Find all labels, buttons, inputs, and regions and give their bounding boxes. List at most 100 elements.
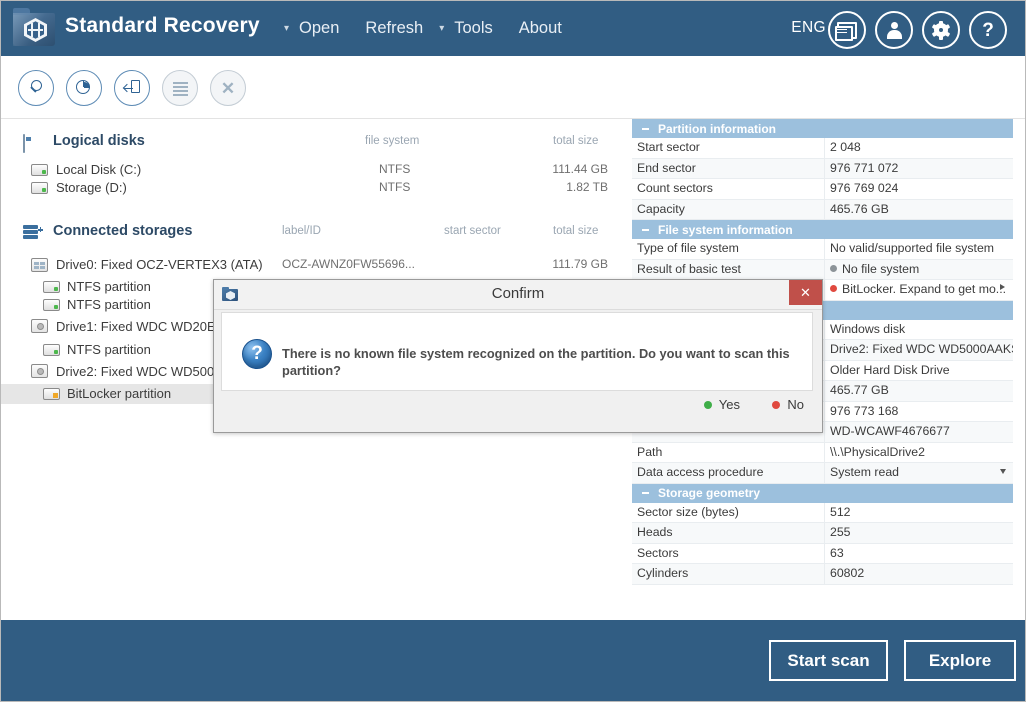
detail-value: No valid/supported file system bbox=[830, 241, 995, 255]
header-icon-group: ? bbox=[828, 11, 1007, 49]
storage-name: BitLocker partition bbox=[67, 386, 172, 401]
chevron-right-icon[interactable] bbox=[1000, 284, 1005, 290]
detail-row: Capacity 465.76 GB bbox=[632, 199, 1013, 220]
yes-button-label: Yes bbox=[718, 397, 740, 412]
drive-platter-icon bbox=[31, 364, 48, 378]
explore-button[interactable]: Explore bbox=[904, 640, 1016, 681]
menu-item-about[interactable]: About bbox=[506, 15, 575, 42]
detail-value: 976 773 168 bbox=[830, 403, 899, 418]
detail-value: 63 bbox=[830, 545, 844, 560]
close-icon[interactable]: ✕ bbox=[789, 280, 822, 305]
yes-button[interactable]: Yes bbox=[703, 397, 740, 412]
section-header-storage-geometry[interactable]: Storage geometry bbox=[632, 483, 1013, 503]
no-dot-icon bbox=[772, 400, 781, 409]
list-icon[interactable] bbox=[162, 70, 198, 106]
detail-value: 976 771 072 bbox=[830, 160, 899, 175]
detail-key: Result of basic test bbox=[632, 259, 825, 279]
no-button[interactable]: No bbox=[772, 397, 804, 412]
section-title: File system information bbox=[658, 222, 793, 237]
section-header-file-system-information[interactable]: File system information bbox=[632, 220, 1013, 239]
search-icon[interactable] bbox=[18, 70, 54, 106]
collapse-icon[interactable] bbox=[642, 127, 649, 130]
user-icon[interactable] bbox=[875, 11, 913, 49]
menu-item-tools[interactable]: Tools bbox=[441, 15, 506, 42]
detail-value: \\.\PhysicalDrive2 bbox=[830, 444, 925, 459]
help-icon[interactable]: ? bbox=[969, 11, 1007, 49]
menu-item-open[interactable]: Open bbox=[286, 15, 352, 42]
group-title-logical-disks: Logical disks bbox=[53, 133, 145, 149]
storage-name: Drive1: Fixed WDC WD20EZ bbox=[56, 319, 224, 334]
start-scan-button[interactable]: Start scan bbox=[769, 640, 888, 681]
detail-value-with-status: No file system bbox=[825, 260, 1013, 280]
storages-icon bbox=[23, 225, 43, 241]
detail-row: Sector size (bytes) 512 bbox=[632, 502, 1013, 523]
partition-locked-icon bbox=[43, 388, 60, 400]
list-item[interactable]: Storage (D:) NTFS 1.82 TB bbox=[1, 179, 631, 198]
no-button-label: No bbox=[787, 397, 804, 412]
logical-disk-size: 1.82 TB bbox=[566, 180, 608, 194]
detail-row: Path \\.\PhysicalDrive2 bbox=[632, 442, 1013, 463]
logical-disk-name: Local Disk (C:) bbox=[56, 162, 142, 177]
collapse-icon[interactable] bbox=[642, 228, 649, 231]
collapse-icon[interactable] bbox=[642, 492, 649, 494]
storage-name: NTFS partition bbox=[67, 297, 151, 312]
section-header-partition-information[interactable]: Partition information bbox=[632, 119, 1013, 138]
detail-key: Start sector bbox=[632, 138, 825, 158]
detail-value-dropdown[interactable]: System read bbox=[825, 463, 1013, 483]
detail-row: Result of basic test No file system bbox=[632, 259, 1013, 280]
dialog-body: ? There is no known file system recogniz… bbox=[221, 312, 813, 391]
dialog-message: There is no known file system recognized… bbox=[282, 346, 790, 378]
detail-row[interactable]: Data access procedure System read bbox=[632, 463, 1013, 484]
detail-key: Sectors bbox=[632, 543, 825, 563]
storage-name: NTFS partition bbox=[67, 342, 151, 357]
detail-row: Cylinders 60802 bbox=[632, 564, 1013, 585]
hex-bar bbox=[38, 23, 40, 37]
detail-row: Heads 255 bbox=[632, 523, 1013, 544]
logical-disk-filesystem: NTFS bbox=[379, 162, 411, 176]
logical-disk-size: 111.44 GB bbox=[552, 162, 608, 176]
detail-row: Type of file system No valid/supported f… bbox=[632, 239, 1013, 260]
detail-value: WD-WCAWF4676677 bbox=[830, 424, 950, 438]
status-dot bbox=[830, 285, 837, 292]
detail-key: Sector size (bytes) bbox=[632, 502, 825, 522]
column-header-start-sector: start sector bbox=[444, 225, 501, 237]
detail-value: Windows disk bbox=[830, 321, 906, 336]
table-row[interactable]: Drive0: Fixed OCZ-VERTEX3 (ATA) OCZ-AWNZ… bbox=[1, 256, 631, 275]
disk-image-icon[interactable] bbox=[114, 70, 150, 106]
drive-grid-icon bbox=[31, 258, 48, 272]
dialog-titlebar: Confirm ✕ bbox=[214, 280, 822, 310]
disk-analysis-pie-icon[interactable] bbox=[66, 70, 102, 106]
storage-name: Drive0: Fixed OCZ-VERTEX3 (ATA) bbox=[56, 257, 263, 272]
main-menu: ▾ Open Refresh ▾ Tools About bbox=[281, 1, 575, 56]
windows-icon[interactable] bbox=[828, 11, 866, 49]
partition-icon bbox=[43, 281, 60, 293]
toolbar: ✕ bbox=[1, 56, 1025, 119]
app-footer: Start scan Explore bbox=[1, 620, 1025, 701]
detail-key: Count sectors bbox=[632, 179, 825, 199]
menu-item-refresh[interactable]: Refresh bbox=[352, 15, 436, 42]
hex-bar bbox=[31, 23, 33, 37]
detail-row: Start sector 2 048 bbox=[632, 138, 1013, 159]
detail-value: No file system bbox=[842, 261, 920, 276]
app-logo bbox=[13, 8, 57, 49]
column-header-total-size: total size bbox=[553, 135, 599, 147]
close-icon[interactable]: ✕ bbox=[210, 70, 246, 106]
list-item[interactable]: Local Disk (C:) NTFS 111.44 GB bbox=[1, 161, 631, 180]
detail-value: 465.76 GB bbox=[830, 201, 889, 216]
language-selector[interactable]: ENG bbox=[791, 19, 826, 37]
chevron-down-icon[interactable] bbox=[1000, 469, 1006, 474]
detail-value: System read bbox=[830, 465, 900, 479]
group-logical-disks: Logical disks file system total size bbox=[1, 133, 631, 157]
monitor-icon bbox=[23, 134, 42, 153]
detail-row: Sectors 63 bbox=[632, 543, 1013, 564]
detail-key: Heads bbox=[632, 523, 825, 543]
application-window: Standard Recovery ▾ Open Refresh ▾ Tools… bbox=[0, 0, 1026, 702]
status-dot bbox=[830, 264, 837, 272]
gear-icon[interactable] bbox=[922, 11, 960, 49]
detail-value-with-status: BitLocker. Expand to get mo... bbox=[825, 280, 1013, 300]
detail-key: End sector bbox=[632, 158, 825, 178]
storage-name: Drive2: Fixed WDC WD5000 bbox=[56, 364, 222, 379]
disk-icon bbox=[31, 182, 48, 194]
yes-dot-icon bbox=[703, 400, 712, 409]
drive-platter-icon bbox=[31, 319, 48, 333]
